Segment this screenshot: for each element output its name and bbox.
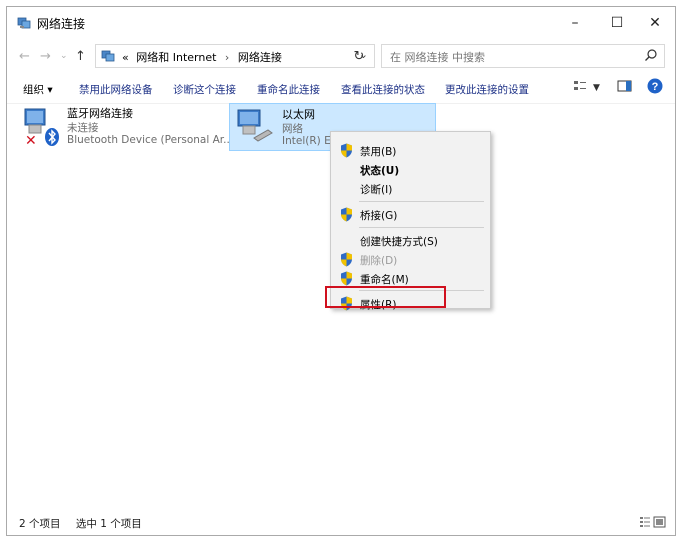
menu-label: 删除(D) (360, 255, 398, 267)
menu-item-delete: 删除(D) (331, 250, 490, 269)
ethernet-adapter-icon (237, 109, 273, 142)
item-count: 2 个项目 (19, 518, 61, 530)
search-icon (645, 49, 657, 61)
navigation-bar: ← → ⌄ ↑ « 网络和 Internet › 网络连接 ⌄ ↻ 在 网络连接… (7, 39, 675, 73)
item-status: 未连接 (67, 122, 99, 134)
connection-item-bluetooth[interactable]: ✕ 蓝牙网络连接 未连接 Bluetooth Device (Personal … (21, 103, 234, 151)
breadcrumb-network-connections[interactable]: 网络连接 (238, 51, 282, 64)
menu-item-disable[interactable]: 禁用(B) (331, 141, 490, 160)
item-status: 网络 (282, 123, 303, 135)
menu-item-bridge[interactable]: 桥接(G) (331, 205, 490, 224)
menu-separator (359, 227, 484, 228)
context-menu: 禁用(B) 状态(U) 诊断(I) 桥接(G) 创建快捷方式(S) 删除(D) … (330, 131, 491, 311)
menu-label: 桥接(G) (360, 210, 398, 222)
title-bar: 网络连接 – ☐ ✕ (7, 7, 675, 39)
menu-label: 禁用(B) (360, 146, 397, 158)
item-name: 蓝牙网络连接 (67, 107, 133, 120)
uac-shield-icon (341, 271, 352, 286)
breadcrumb-separator: › (224, 51, 230, 64)
svg-text:✕: ✕ (25, 133, 37, 147)
bluetooth-adapter-icon: ✕ (24, 108, 59, 147)
uac-shield-icon (341, 252, 352, 267)
diagnose-connection-button[interactable]: 诊断这个连接 (173, 82, 236, 97)
view-dropdown-icon[interactable]: ▼ (593, 83, 600, 93)
rename-connection-button[interactable]: 重命名此连接 (257, 82, 320, 97)
menu-label: 诊断(I) (360, 184, 393, 196)
menu-label: 状态(U) (360, 165, 400, 177)
change-view-icon[interactable] (573, 79, 587, 93)
breadcrumb: « 网络和 Internet › 网络连接 (122, 49, 282, 65)
back-icon[interactable]: ← (19, 49, 30, 64)
command-bar: 组织 ▾ 禁用此网络设备 诊断这个连接 重命名此连接 查看此连接的状态 更改此连… (7, 73, 675, 104)
network-folder-icon (101, 50, 115, 62)
menu-item-create-shortcut[interactable]: 创建快捷方式(S) (331, 231, 490, 250)
item-name: 以太网 (282, 108, 315, 121)
menu-item-diagnose[interactable]: 诊断(I) (331, 179, 490, 198)
item-device: Bluetooth Device (Personal Ar... (67, 134, 234, 146)
network-connections-icon (17, 17, 31, 29)
window-title: 网络连接 (37, 17, 86, 31)
address-bar[interactable]: « 网络和 Internet › 网络连接 ⌄ (95, 44, 375, 68)
disable-device-button[interactable]: 禁用此网络设备 (79, 82, 153, 97)
search-input[interactable]: 在 网络连接 中搜索 (381, 44, 665, 68)
network-connections-window: 网络连接 – ☐ ✕ ← → ⌄ ↑ « 网络和 Internet › 网络连接… (6, 6, 676, 536)
forward-icon[interactable]: → (40, 49, 51, 64)
uac-shield-icon (341, 143, 352, 158)
menu-item-status[interactable]: 状态(U) (331, 160, 490, 179)
change-settings-button[interactable]: 更改此连接的设置 (445, 82, 529, 97)
refresh-button[interactable]: ↻ (345, 44, 373, 68)
selected-count: 选中 1 个项目 (75, 518, 142, 530)
svg-text:?: ? (652, 81, 659, 93)
status-bar: 2 个项目 选中 1 个项目 (19, 516, 154, 531)
breadcrumb-overflow[interactable]: « (122, 51, 129, 64)
close-button[interactable]: ✕ (633, 7, 677, 39)
organize-button[interactable]: 组织 ▾ (23, 82, 53, 97)
properties-highlight-annotation (325, 286, 446, 308)
menu-label: 重命名(M) (360, 274, 409, 286)
details-view-icon (640, 517, 650, 527)
view-toggle-icons[interactable] (639, 516, 667, 528)
uac-shield-icon (341, 207, 352, 222)
recent-locations-icon[interactable]: ⌄ (60, 51, 68, 61)
help-icon[interactable]: ? (647, 78, 663, 94)
up-icon[interactable]: ↑ (75, 49, 86, 64)
menu-label: 创建快捷方式(S) (360, 236, 438, 248)
view-status-button[interactable]: 查看此连接的状态 (341, 82, 425, 97)
search-placeholder: 在 网络连接 中搜索 (390, 51, 485, 64)
breadcrumb-network-internet[interactable]: 网络和 Internet (136, 51, 216, 64)
preview-pane-icon[interactable] (617, 79, 633, 93)
large-icons-view-icon (653, 516, 666, 528)
menu-separator (359, 201, 484, 202)
minimize-button[interactable]: – (553, 7, 597, 39)
